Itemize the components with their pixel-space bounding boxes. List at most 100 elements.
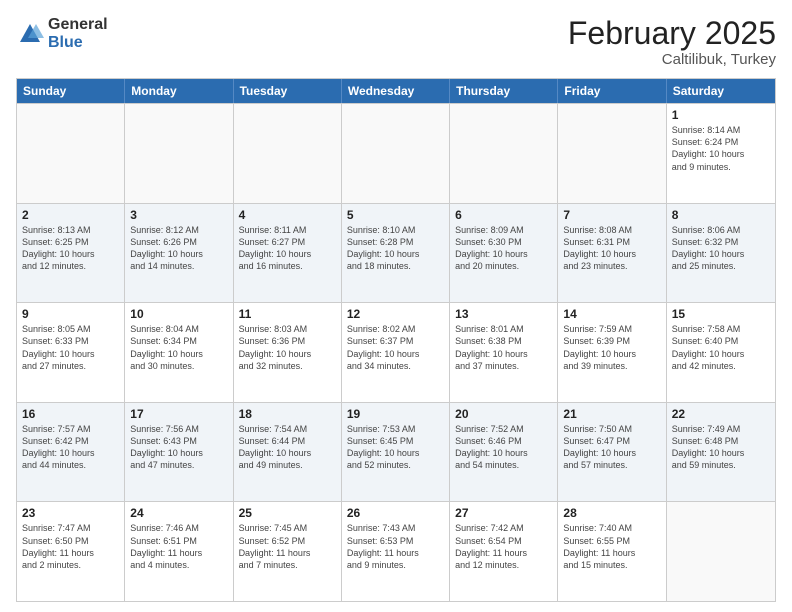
page: General Blue February 2025 Caltilibuk, T… xyxy=(0,0,792,612)
empty-cell xyxy=(342,104,450,203)
title-block: February 2025 Caltilibuk, Turkey xyxy=(568,16,776,68)
day-info: Sunrise: 7:43 AM Sunset: 6:53 PM Dayligh… xyxy=(347,522,444,571)
day-info: Sunrise: 7:59 AM Sunset: 6:39 PM Dayligh… xyxy=(563,323,660,372)
day-info: Sunrise: 7:56 AM Sunset: 6:43 PM Dayligh… xyxy=(130,423,227,472)
week-row-4: 16 Sunrise: 7:57 AM Sunset: 6:42 PM Dayli… xyxy=(17,402,775,502)
day-cell-28: 28Sunrise: 7:40 AM Sunset: 6:55 PM Dayli… xyxy=(558,502,666,601)
day-cell-5: 5 Sunrise: 8:10 AM Sunset: 6:28 PM Daylig… xyxy=(342,204,450,303)
day-number: 2 xyxy=(22,208,119,222)
header-day-friday: Friday xyxy=(558,79,666,103)
day-number: 22 xyxy=(672,407,770,421)
day-number: 14 xyxy=(563,307,660,321)
day-number: 8 xyxy=(672,208,770,222)
day-cell-8: 8 Sunrise: 8:06 AM Sunset: 6:32 PM Daylig… xyxy=(667,204,775,303)
day-cell-20: 20Sunrise: 7:52 AM Sunset: 6:46 PM Dayli… xyxy=(450,403,558,502)
day-cell-1: 1 Sunrise: 8:14 AM Sunset: 6:24 PM Daylig… xyxy=(667,104,775,203)
day-info: Sunrise: 8:09 AM Sunset: 6:30 PM Dayligh… xyxy=(455,224,552,273)
day-number: 25 xyxy=(239,506,336,520)
day-cell-11: 11 Sunrise: 8:03 AM Sunset: 6:36 PM Dayli… xyxy=(234,303,342,402)
day-info: Sunrise: 8:10 AM Sunset: 6:28 PM Dayligh… xyxy=(347,224,444,273)
day-number: 15 xyxy=(672,307,770,321)
empty-cell xyxy=(125,104,233,203)
day-cell-27: 27 Sunrise: 7:42 AM Sunset: 6:54 PM Dayli… xyxy=(450,502,558,601)
day-number: 19 xyxy=(347,407,444,421)
day-info: Sunrise: 7:54 AM Sunset: 6:44 PM Dayligh… xyxy=(239,423,336,472)
header-day-tuesday: Tuesday xyxy=(234,79,342,103)
header-day-thursday: Thursday xyxy=(450,79,558,103)
day-number: 9 xyxy=(22,307,119,321)
day-cell-19: 19 Sunrise: 7:53 AM Sunset: 6:45 PM Dayli… xyxy=(342,403,450,502)
day-info: Sunrise: 7:45 AM Sunset: 6:52 PM Dayligh… xyxy=(239,522,336,571)
week-row-1: 1 Sunrise: 8:14 AM Sunset: 6:24 PM Daylig… xyxy=(17,103,775,203)
day-number: 18 xyxy=(239,407,336,421)
day-info: Sunrise: 7:42 AM Sunset: 6:54 PM Dayligh… xyxy=(455,522,552,571)
calendar-subtitle: Caltilibuk, Turkey xyxy=(568,51,776,68)
empty-cell xyxy=(17,104,125,203)
day-info: Sunrise: 8:13 AM Sunset: 6:25 PM Dayligh… xyxy=(22,224,119,273)
day-info: Sunrise: 8:11 AM Sunset: 6:27 PM Dayligh… xyxy=(239,224,336,273)
day-cell-13: 13 Sunrise: 8:01 AM Sunset: 6:38 PM Dayli… xyxy=(450,303,558,402)
day-number: 1 xyxy=(672,108,770,122)
header-day-sunday: Sunday xyxy=(17,79,125,103)
logo: General Blue xyxy=(16,16,108,51)
day-cell-10: 10Sunrise: 8:04 AM Sunset: 6:34 PM Dayli… xyxy=(125,303,233,402)
day-cell-4: 4 Sunrise: 8:11 AM Sunset: 6:27 PM Daylig… xyxy=(234,204,342,303)
day-info: Sunrise: 8:04 AM Sunset: 6:34 PM Dayligh… xyxy=(130,323,227,372)
day-number: 24 xyxy=(130,506,227,520)
day-cell-17: 17 Sunrise: 7:56 AM Sunset: 6:43 PM Dayli… xyxy=(125,403,233,502)
day-info: Sunrise: 7:40 AM Sunset: 6:55 PM Dayligh… xyxy=(563,522,660,571)
day-cell-23: 23Sunrise: 7:47 AM Sunset: 6:50 PM Dayli… xyxy=(17,502,125,601)
day-info: Sunrise: 8:14 AM Sunset: 6:24 PM Dayligh… xyxy=(672,124,770,173)
day-cell-3: 3 Sunrise: 8:12 AM Sunset: 6:26 PM Daylig… xyxy=(125,204,233,303)
day-cell-22: 22 Sunrise: 7:49 AM Sunset: 6:48 PM Dayli… xyxy=(667,403,775,502)
day-info: Sunrise: 8:02 AM Sunset: 6:37 PM Dayligh… xyxy=(347,323,444,372)
day-number: 27 xyxy=(455,506,552,520)
day-number: 16 xyxy=(22,407,119,421)
empty-cell xyxy=(667,502,775,601)
day-number: 4 xyxy=(239,208,336,222)
header-day-saturday: Saturday xyxy=(667,79,775,103)
week-row-5: 23Sunrise: 7:47 AM Sunset: 6:50 PM Dayli… xyxy=(17,501,775,601)
empty-cell xyxy=(558,104,666,203)
day-info: Sunrise: 7:58 AM Sunset: 6:40 PM Dayligh… xyxy=(672,323,770,372)
day-cell-16: 16 Sunrise: 7:57 AM Sunset: 6:42 PM Dayli… xyxy=(17,403,125,502)
day-info: Sunrise: 8:08 AM Sunset: 6:31 PM Dayligh… xyxy=(563,224,660,273)
day-number: 21 xyxy=(563,407,660,421)
day-info: Sunrise: 7:46 AM Sunset: 6:51 PM Dayligh… xyxy=(130,522,227,571)
header-day-wednesday: Wednesday xyxy=(342,79,450,103)
day-cell-24: 24 Sunrise: 7:46 AM Sunset: 6:51 PM Dayli… xyxy=(125,502,233,601)
day-number: 5 xyxy=(347,208,444,222)
day-info: Sunrise: 7:49 AM Sunset: 6:48 PM Dayligh… xyxy=(672,423,770,472)
calendar-title: February 2025 xyxy=(568,16,776,51)
day-info: Sunrise: 8:06 AM Sunset: 6:32 PM Dayligh… xyxy=(672,224,770,273)
empty-cell xyxy=(234,104,342,203)
day-number: 3 xyxy=(130,208,227,222)
logo-blue: Blue xyxy=(48,34,108,52)
day-number: 6 xyxy=(455,208,552,222)
logo-text: General Blue xyxy=(48,16,108,51)
day-info: Sunrise: 7:57 AM Sunset: 6:42 PM Dayligh… xyxy=(22,423,119,472)
day-number: 11 xyxy=(239,307,336,321)
header-day-monday: Monday xyxy=(125,79,233,103)
week-row-2: 2 Sunrise: 8:13 AM Sunset: 6:25 PM Daylig… xyxy=(17,203,775,303)
day-number: 17 xyxy=(130,407,227,421)
calendar-body: 1 Sunrise: 8:14 AM Sunset: 6:24 PM Daylig… xyxy=(17,103,775,601)
day-info: Sunrise: 7:50 AM Sunset: 6:47 PM Dayligh… xyxy=(563,423,660,472)
logo-general: General xyxy=(48,16,108,34)
empty-cell xyxy=(450,104,558,203)
day-cell-26: 26Sunrise: 7:43 AM Sunset: 6:53 PM Dayli… xyxy=(342,502,450,601)
day-cell-6: 6 Sunrise: 8:09 AM Sunset: 6:30 PM Daylig… xyxy=(450,204,558,303)
day-number: 13 xyxy=(455,307,552,321)
day-number: 7 xyxy=(563,208,660,222)
calendar-header: SundayMondayTuesdayWednesdayThursdayFrid… xyxy=(17,79,775,103)
day-info: Sunrise: 8:03 AM Sunset: 6:36 PM Dayligh… xyxy=(239,323,336,372)
day-cell-12: 12Sunrise: 8:02 AM Sunset: 6:37 PM Dayli… xyxy=(342,303,450,402)
day-info: Sunrise: 7:53 AM Sunset: 6:45 PM Dayligh… xyxy=(347,423,444,472)
day-info: Sunrise: 8:01 AM Sunset: 6:38 PM Dayligh… xyxy=(455,323,552,372)
day-number: 23 xyxy=(22,506,119,520)
day-number: 20 xyxy=(455,407,552,421)
header: General Blue February 2025 Caltilibuk, T… xyxy=(16,16,776,68)
day-cell-15: 15 Sunrise: 7:58 AM Sunset: 6:40 PM Dayli… xyxy=(667,303,775,402)
day-info: Sunrise: 8:12 AM Sunset: 6:26 PM Dayligh… xyxy=(130,224,227,273)
calendar: SundayMondayTuesdayWednesdayThursdayFrid… xyxy=(16,78,776,602)
